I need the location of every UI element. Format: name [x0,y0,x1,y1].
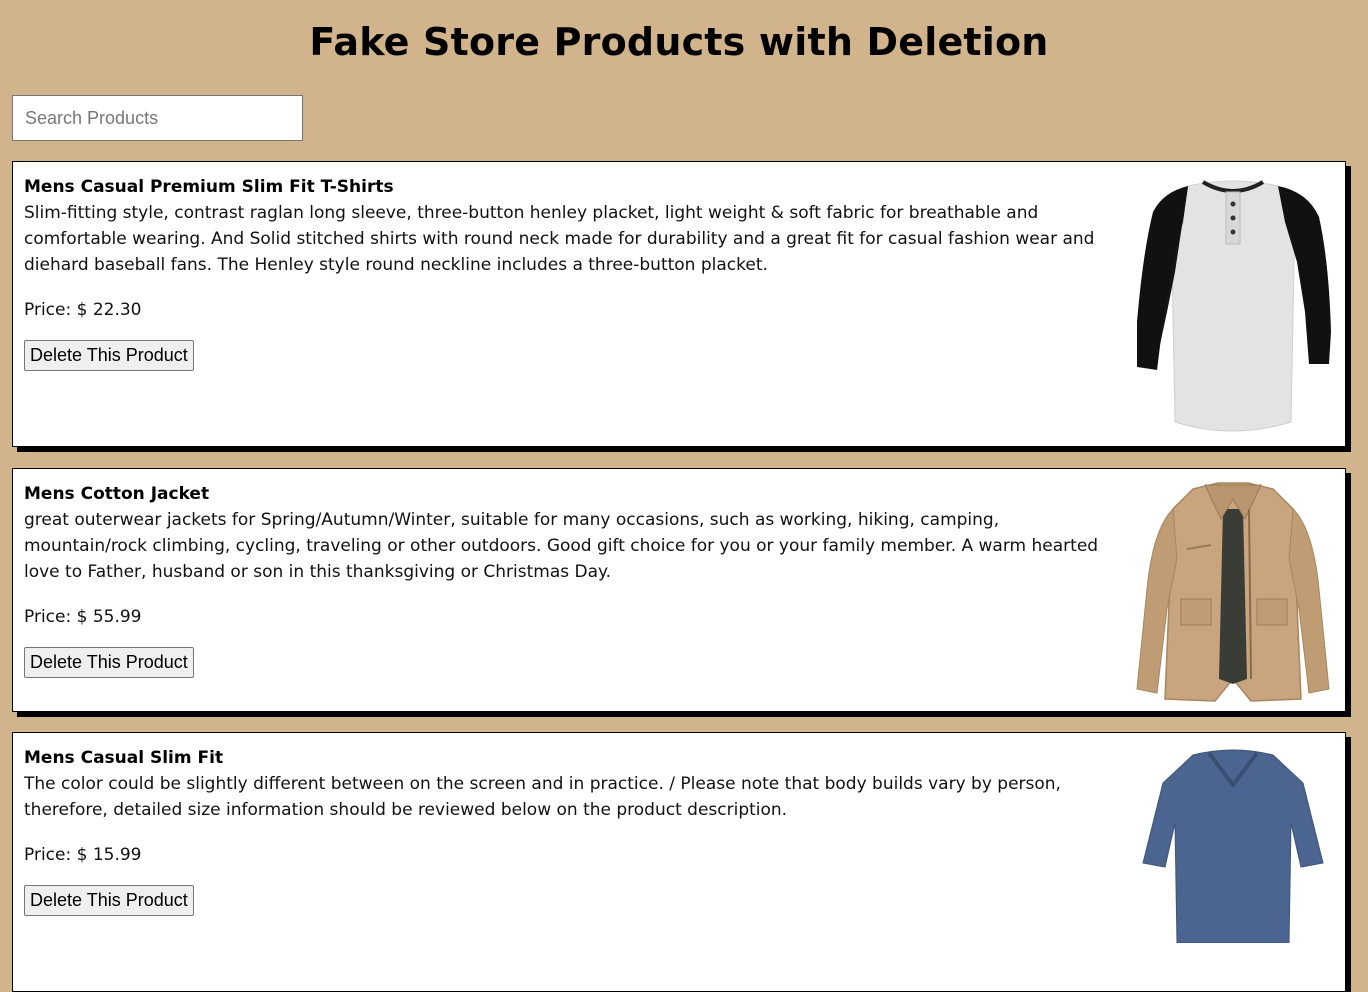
price-label: Price: [24,607,77,627]
blue-longsleeve-shirt-image [1142,749,1324,943]
product-price: Price: $ 22.30 [24,297,1104,323]
search-input[interactable] [12,95,303,141]
henley-tshirt-image [1137,180,1331,432]
delete-product-button[interactable]: Delete This Product [24,647,194,678]
product-title: Mens Cotton Jacket [24,484,210,504]
page-title: Fake Store Products with Deletion [309,20,1049,64]
cotton-jacket-image [1136,482,1330,702]
price-label: Price: [24,845,77,865]
product-text: Mens Casual Premium Slim Fit T-Shirts Sl… [24,174,1104,371]
product-description: great outerwear jackets for Spring/Autum… [24,510,1099,582]
price-value: $ 22.30 [76,300,142,320]
product-price: Price: $ 15.99 [24,842,1104,868]
product-card: Mens Casual Premium Slim Fit T-Shirts Sl… [12,161,1346,447]
product-description: Slim-fitting style, contrast raglan long… [24,203,1095,275]
product-description: The color could be slightly different be… [24,774,1061,820]
product-title: Mens Casual Premium Slim Fit T-Shirts [24,177,394,197]
product-card: Mens Cotton Jacket great outerwear jacke… [12,468,1346,712]
product-title: Mens Casual Slim Fit [24,748,224,768]
product-card: Mens Casual Slim Fit The color could be … [12,732,1346,992]
delete-product-button[interactable]: Delete This Product [24,885,194,916]
product-text: Mens Casual Slim Fit The color could be … [24,745,1104,916]
price-label: Price: [24,300,77,320]
product-price: Price: $ 55.99 [24,604,1104,630]
price-value: $ 55.99 [76,607,142,627]
delete-product-button[interactable]: Delete This Product [24,340,194,371]
price-value: $ 15.99 [76,845,142,865]
product-text: Mens Cotton Jacket great outerwear jacke… [24,481,1104,678]
